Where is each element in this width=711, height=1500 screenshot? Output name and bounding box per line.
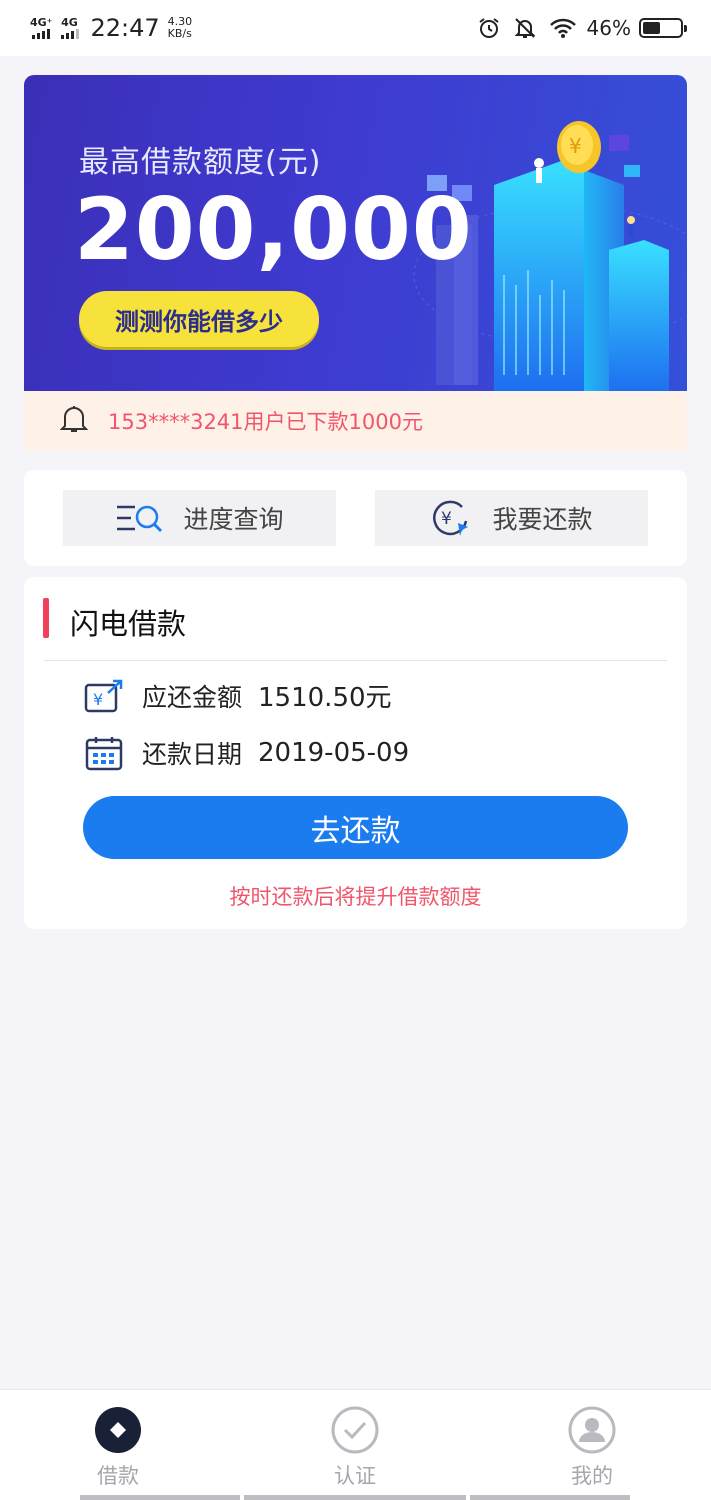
bell-off-icon [513,16,537,40]
banner-subtitle: 最高借款额度(元) [79,145,322,180]
loan-card: 闪电借款 ¥ 应还金额 1510.50元 还款日期 2019-05-09 去还款… [24,577,687,929]
notice-text: 153****3241用户已下款1000元 [108,410,423,434]
repay-button[interactable]: ¥ 我要还款 [375,490,648,546]
divider [44,660,667,661]
home-indicator-center [244,1495,466,1500]
loan-notice-ticker: 153****3241用户已下款1000元 [24,391,687,451]
nav-label-verify: 认证 [334,1464,376,1488]
nav-item-mine[interactable]: 我的 [522,1406,662,1490]
nav-item-loan[interactable]: 借款 [48,1406,188,1490]
bill-yuan-icon: ¥ [82,679,126,713]
network-type-2: 4G [61,16,78,29]
amount-due-row: ¥ 应还金额 1510.50元 [82,677,392,714]
repay-label: 我要还款 [492,505,593,534]
nav-item-verify[interactable]: 认证 [285,1406,425,1490]
wifi-icon [549,17,577,39]
due-date-value: 2019-05-09 [258,738,410,768]
quick-actions: 进度查询 ¥ 我要还款 [24,470,687,566]
due-date-label: 还款日期 [142,740,243,769]
max-loan-amount: 200,000 [74,180,473,280]
home-indicator-right [470,1495,630,1500]
title-accent-bar [43,598,49,638]
battery-percent: 46% [586,16,631,40]
go-repay-button[interactable]: 去还款 [83,796,628,859]
status-bar: 4G⁺ 4G 22:47 4.30 KB/s 46% [0,0,711,56]
yuan-refresh-icon: ¥ [430,499,472,537]
svg-text:¥: ¥ [93,690,103,709]
home-indicator-left [80,1495,240,1500]
check-limit-button[interactable]: 测测你能借多少 [79,291,319,347]
nav-label-mine: 我的 [571,1464,613,1488]
signal-2-icon: 4G [60,16,79,39]
status-right: 46% [465,16,687,40]
due-date-row: 还款日期 2019-05-09 [82,735,409,771]
alarm-icon [477,16,501,40]
svg-text:¥: ¥ [441,509,452,529]
promo-banner[interactable]: ¥ 最高借款额度(元) 200,000 测测你能借多少 [24,75,687,391]
speed-unit: KB/s [167,27,192,40]
signal-1-icon: 4G⁺ [30,17,53,39]
loan-title: 闪电借款 [70,607,187,641]
clock: 22:47 [90,14,160,42]
network-speed: 4.30 KB/s [168,16,193,40]
svg-text:¥: ¥ [569,134,582,158]
nav-label-loan: 借款 [97,1464,139,1488]
repay-tip: 按时还款后将提升借款额度 [229,885,482,909]
amount-due-label: 应还金额 [142,682,243,712]
loan-diamond-icon [94,1406,142,1454]
battery-icon [639,18,687,38]
calendar-icon [82,735,126,771]
bottom-nav: 借款 认证 我的 [0,1389,711,1500]
user-circle-icon [568,1406,616,1454]
amount-due-value: 1510.50元 [258,683,392,713]
bell-icon [59,404,89,438]
progress-query-label: 进度查询 [183,505,284,534]
check-circle-icon [331,1406,379,1454]
network-type-1: 4G⁺ [30,16,53,29]
search-list-icon [115,502,163,534]
status-left: 4G⁺ 4G 22:47 4.30 KB/s [30,14,192,42]
progress-query-button[interactable]: 进度查询 [63,490,336,546]
